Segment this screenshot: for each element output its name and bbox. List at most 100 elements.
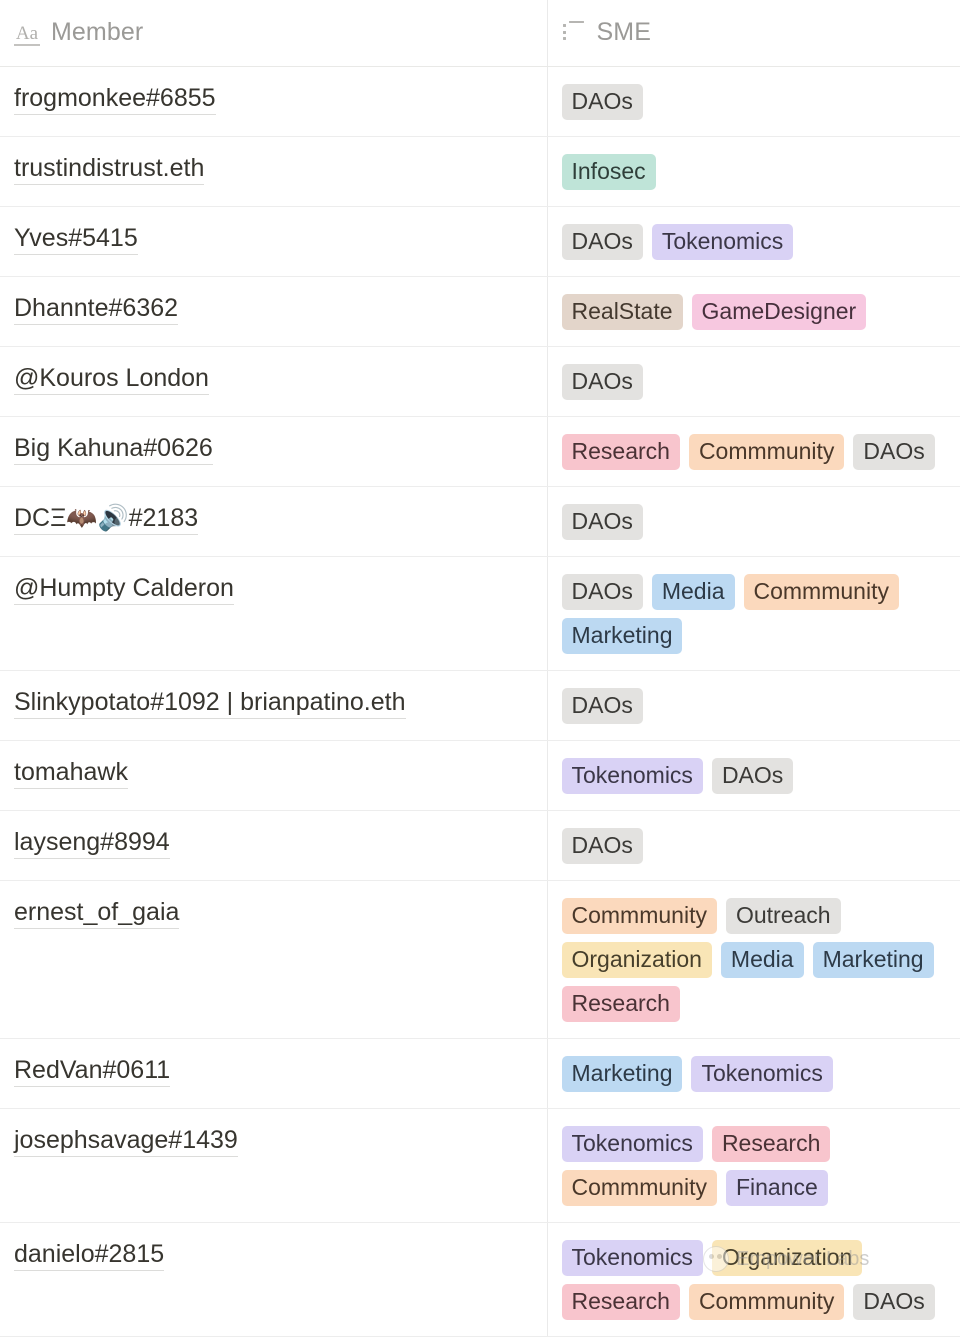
member-name-link[interactable]: Slinkypotato#1092 | brianpatino.eth (14, 688, 406, 719)
sme-tag[interactable]: DAOs (562, 504, 643, 540)
cell-member[interactable]: josephsavage#1439 (0, 1109, 547, 1223)
member-name-link[interactable]: RedVan#0611 (14, 1056, 170, 1087)
table-row[interactable]: layseng#8994 DAOs (0, 811, 960, 881)
table-row[interactable]: DCΞ🦇🔊#2183 DAOs (0, 486, 960, 556)
cell-sme[interactable]: ResearchCommmunityDAOs (547, 416, 960, 486)
sme-tag[interactable]: Tokenomics (562, 758, 703, 794)
sme-tag[interactable]: Research (562, 986, 680, 1022)
table-row[interactable]: frogmonkee#6855 DAOs (0, 66, 960, 136)
sme-tag[interactable]: Organization (712, 1240, 862, 1276)
table-row[interactable]: danielo#2815 TokenomicsOrganization Resear… (0, 1223, 960, 1337)
cell-member[interactable]: ernest_of_gaia (0, 881, 547, 1039)
sme-tag[interactable]: DAOs (853, 1284, 934, 1320)
sme-tag[interactable]: Research (562, 1284, 680, 1320)
sme-tag[interactable]: Tokenomics (691, 1056, 832, 1092)
cell-sme[interactable]: TokenomicsDAOs (547, 740, 960, 810)
cell-member[interactable]: Yves#5415 (0, 206, 547, 276)
member-name-link[interactable]: danielo#2815 (14, 1240, 164, 1271)
sme-tag[interactable]: Commmunity (562, 1170, 717, 1206)
column-header-member-label: Member (51, 20, 143, 45)
sme-tag[interactable]: GameDesigner (692, 294, 867, 330)
sme-tag[interactable]: Media (721, 942, 804, 978)
sme-tag[interactable]: Finance (726, 1170, 828, 1206)
sme-tag[interactable]: DAOs (562, 364, 643, 400)
member-name-link[interactable]: layseng#8994 (14, 828, 170, 859)
member-name-link[interactable]: Yves#5415 (14, 224, 138, 255)
cell-member[interactable]: danielo#2815 (0, 1223, 547, 1337)
sme-tag[interactable]: DAOs (562, 84, 643, 120)
cell-sme[interactable]: Infosec (547, 136, 960, 206)
table-row[interactable]: Yves#5415 DAOsTokenomics (0, 206, 960, 276)
cell-member[interactable]: @Humpty Calderon (0, 556, 547, 670)
member-name-link[interactable]: trustindistrust.eth (14, 154, 204, 185)
sme-tag[interactable]: Organization (562, 942, 712, 978)
sme-tag[interactable]: DAOs (712, 758, 793, 794)
sme-tag[interactable]: Commmunity (689, 434, 844, 470)
table-row[interactable]: josephsavage#1439 TokenomicsResearch Commm… (0, 1109, 960, 1223)
cell-member[interactable]: frogmonkee#6855 (0, 66, 547, 136)
table-row[interactable]: @Humpty Calderon DAOsMediaCommmunity Marke… (0, 556, 960, 670)
cell-sme[interactable]: DAOs (547, 486, 960, 556)
sme-tag[interactable]: Marketing (562, 618, 683, 654)
cell-sme[interactable]: TokenomicsOrganization ResearchCommmunity… (547, 1223, 960, 1337)
table-row[interactable]: trustindistrust.eth Infosec (0, 136, 960, 206)
sme-tag[interactable]: Tokenomics (562, 1126, 703, 1162)
member-name-link[interactable]: Big Kahuna#0626 (14, 434, 213, 465)
member-name-link[interactable]: frogmonkee#6855 (14, 84, 216, 115)
table-row[interactable]: ernest_of_gaia CommmunityOutreach Organiza… (0, 881, 960, 1039)
cell-member[interactable]: @Kouros London (0, 346, 547, 416)
cell-member[interactable]: layseng#8994 (0, 811, 547, 881)
table-row[interactable]: @Kouros London DAOs (0, 346, 960, 416)
column-header-sme[interactable]: SME (547, 0, 960, 66)
cell-sme[interactable]: DAOsTokenomics (547, 206, 960, 276)
cell-member[interactable]: DCΞ🦇🔊#2183 (0, 486, 547, 556)
cell-member[interactable]: trustindistrust.eth (0, 136, 547, 206)
sme-tag[interactable]: Media (652, 574, 735, 610)
cell-sme[interactable]: TokenomicsResearch CommmunityFinance (547, 1109, 960, 1223)
cell-member[interactable]: RedVan#0611 (0, 1039, 547, 1109)
table-row[interactable]: Slinkypotato#1092 | brianpatino.eth DAOs (0, 670, 960, 740)
member-name-link[interactable]: @Humpty Calderon (14, 574, 234, 605)
table-row[interactable]: Dhannte#6362 RealStateGameDesigner (0, 276, 960, 346)
sme-tag[interactable]: DAOs (853, 434, 934, 470)
sme-tag[interactable]: Research (562, 434, 680, 470)
cell-member[interactable]: Slinkypotato#1092 | brianpatino.eth (0, 670, 547, 740)
member-name-link[interactable]: @Kouros London (14, 364, 209, 395)
sme-tag[interactable]: DAOs (562, 688, 643, 724)
cell-member[interactable]: Big Kahuna#0626 (0, 416, 547, 486)
cell-sme[interactable]: DAOs (547, 66, 960, 136)
column-header-member[interactable]: Aa Member (0, 0, 547, 66)
member-name-link[interactable]: Dhannte#6362 (14, 294, 178, 325)
cell-sme[interactable]: RealStateGameDesigner (547, 276, 960, 346)
cell-member[interactable]: Dhannte#6362 (0, 276, 547, 346)
member-name-link[interactable]: ernest_of_gaia (14, 898, 179, 929)
member-name-link[interactable]: tomahawk (14, 758, 128, 789)
sme-tag[interactable]: DAOs (562, 224, 643, 260)
sme-tag[interactable]: Commmunity (744, 574, 899, 610)
sme-tag[interactable]: Commmunity (689, 1284, 844, 1320)
sme-tag[interactable]: RealState (562, 294, 683, 330)
sme-tag[interactable]: Outreach (726, 898, 841, 934)
cell-sme[interactable]: CommmunityOutreach OrganizationMediaMarke… (547, 881, 960, 1039)
sme-tag[interactable]: DAOs (562, 828, 643, 864)
sme-tag[interactable]: Commmunity (562, 898, 717, 934)
sme-tag[interactable]: Infosec (562, 154, 656, 190)
cell-sme[interactable]: DAOs (547, 670, 960, 740)
tag-list: RealStateGameDesigner (562, 293, 951, 330)
cell-sme[interactable]: DAOsMediaCommmunity Marketing (547, 556, 960, 670)
sme-tag[interactable]: Marketing (562, 1056, 683, 1092)
member-name-link[interactable]: DCΞ🦇🔊#2183 (14, 504, 198, 535)
cell-member[interactable]: tomahawk (0, 740, 547, 810)
sme-tag[interactable]: Tokenomics (652, 224, 793, 260)
sme-tag[interactable]: Research (712, 1126, 830, 1162)
table-row[interactable]: tomahawk TokenomicsDAOs (0, 740, 960, 810)
sme-tag[interactable]: Marketing (813, 942, 934, 978)
member-name-link[interactable]: josephsavage#1439 (14, 1126, 238, 1157)
cell-sme[interactable]: DAOs (547, 811, 960, 881)
cell-sme[interactable]: DAOs (547, 346, 960, 416)
sme-tag[interactable]: DAOs (562, 574, 643, 610)
table-row[interactable]: Big Kahuna#0626 ResearchCommmunityDAOs (0, 416, 960, 486)
sme-tag[interactable]: Tokenomics (562, 1240, 703, 1276)
table-row[interactable]: RedVan#0611 MarketingTokenomics (0, 1039, 960, 1109)
cell-sme[interactable]: MarketingTokenomics (547, 1039, 960, 1109)
